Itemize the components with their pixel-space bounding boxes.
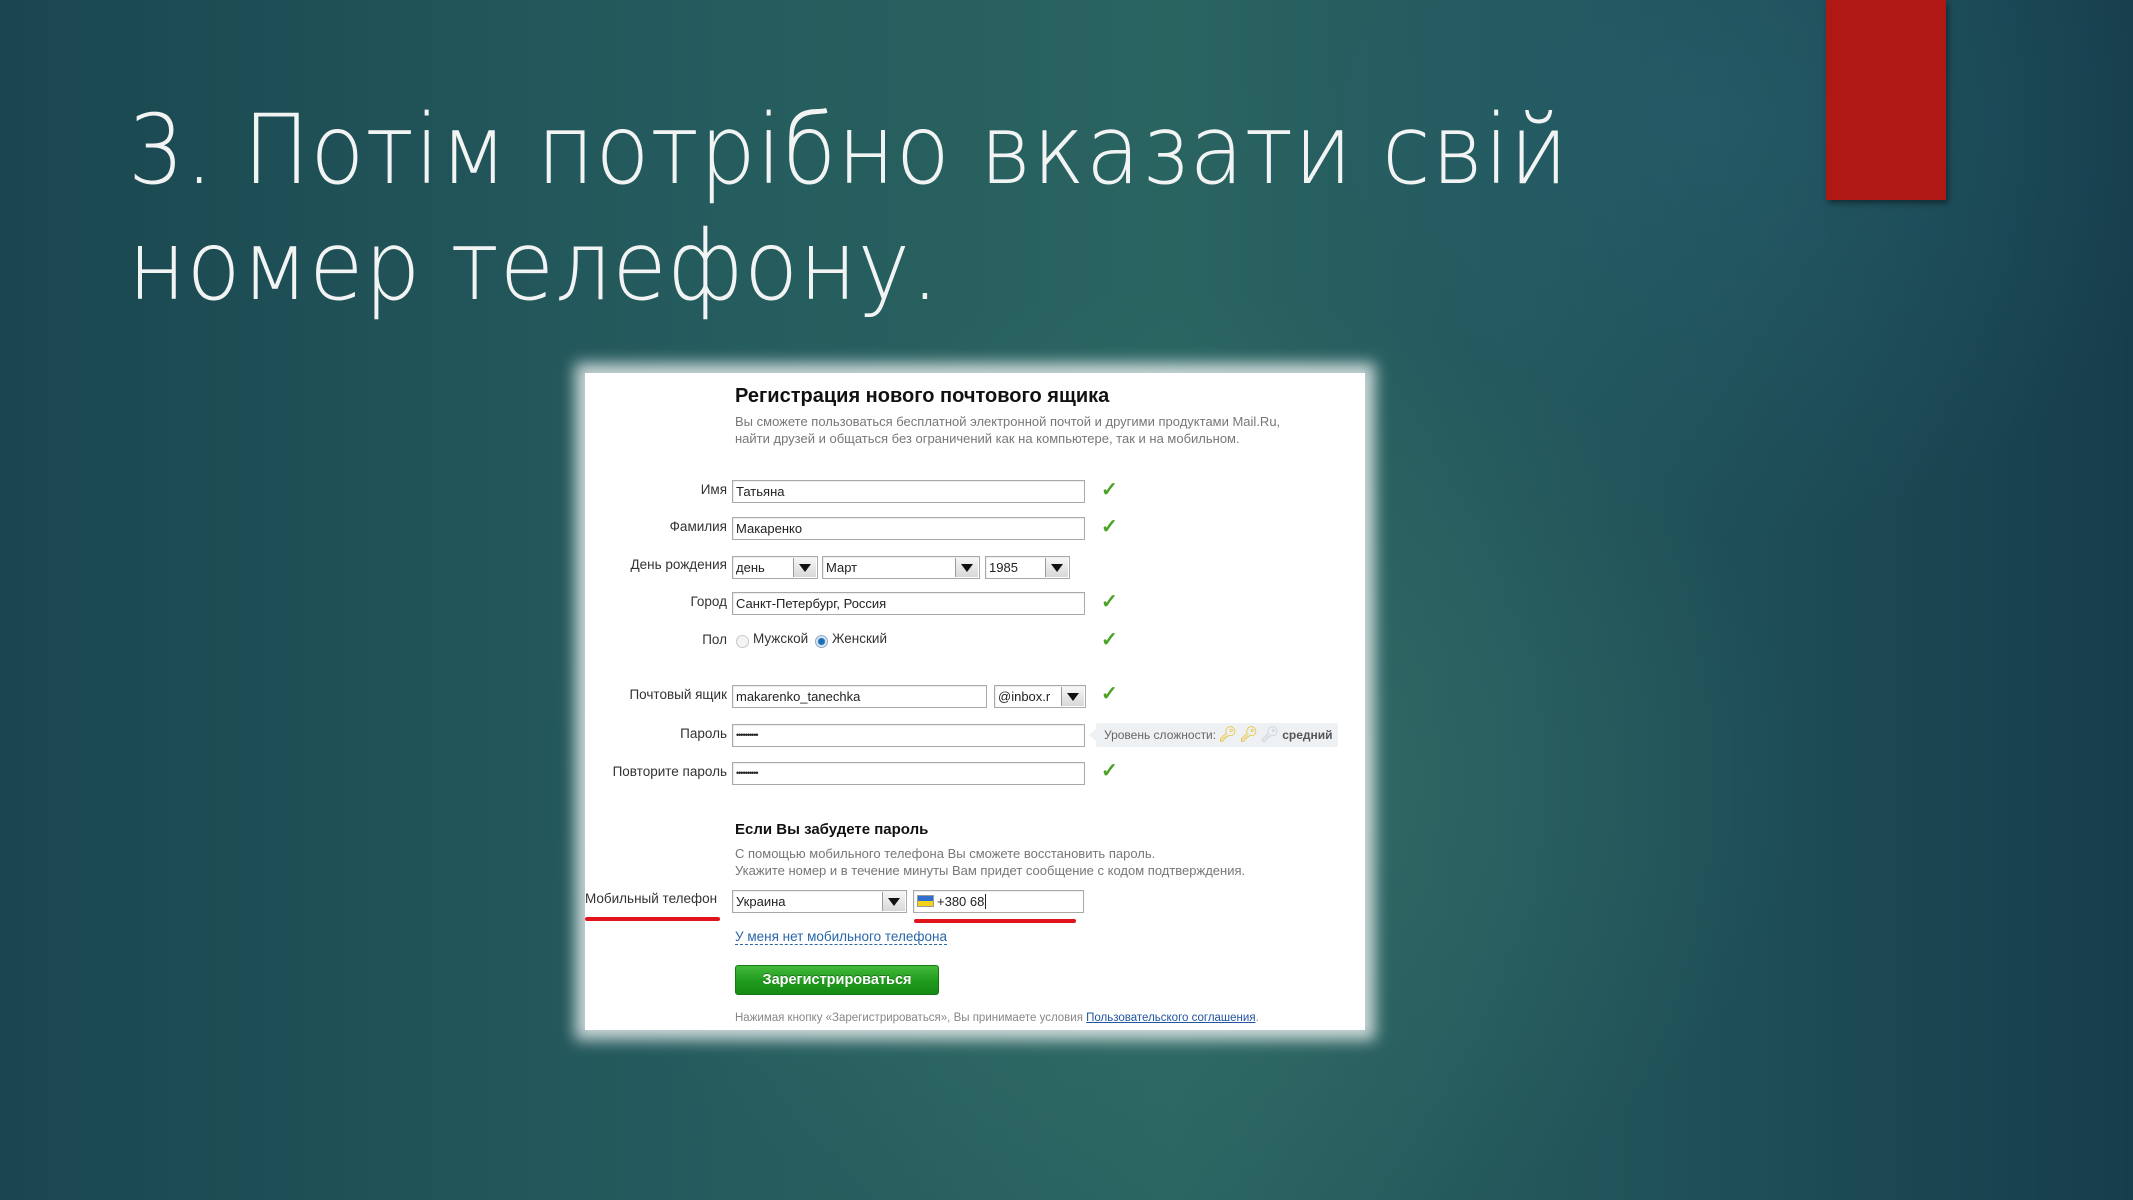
mailbox-input[interactable]: makarenko_tanechka [732,685,987,708]
birthday-day-select[interactable]: день [732,556,818,579]
form-intro: Вы сможете пользоваться бесплатной элект… [735,413,1280,447]
ukraine-flag-icon [917,895,934,907]
password-input[interactable]: •••••••••• [732,724,1085,747]
key-icon: 🔑︎ [1218,726,1238,743]
gender-check-icon: ✓ [1101,629,1118,651]
no-phone-link-wrap: У меня нет мобильного телефона [735,928,947,946]
form-intro-line-2: найти друзей и общаться без ограничений … [735,431,1240,446]
birthday-label: День рождения [630,557,727,572]
recovery-heading: Если Вы забудете пароль [735,821,929,838]
register-button[interactable]: Зарегистрироваться [735,965,939,995]
city-input[interactable]: Санкт-Петербург, Россия [732,592,1085,615]
gender-male-radio[interactable] [736,635,749,648]
mailbox-domain-value: @inbox.r [998,689,1051,704]
chevron-down-icon[interactable] [955,558,978,577]
birthday-day-value: день [736,560,765,575]
mailbox-domain-select[interactable]: @inbox.r [994,685,1086,708]
birthday-month-select[interactable]: Март [822,556,980,579]
form-heading: Регистрация нового почтового ящика [735,385,1110,407]
last-name-check-icon: ✓ [1101,516,1118,538]
terms-note: Нажимая кнопку «Зарегистрироваться», Вы … [735,1012,1259,1024]
chevron-down-icon[interactable] [1061,687,1084,706]
birthday-month-value: Март [826,560,858,575]
highlight-underline-label [585,917,720,921]
strength-value: средний [1282,728,1333,742]
slide-title-line-1: 3. Потім потрібно вказати свій [128,94,1569,206]
city-check-icon: ✓ [1101,591,1118,613]
registration-form-screenshot: Регистрация нового почтового ящика Вы см… [585,373,1365,1030]
chevron-down-icon[interactable] [793,558,816,577]
birthday-year-select[interactable]: 1985 [985,556,1070,579]
chevron-down-icon[interactable] [1045,558,1068,577]
city-label: Город [690,594,727,609]
phone-country-select[interactable]: Украина [732,890,907,913]
chevron-down-icon[interactable] [882,892,905,911]
password-repeat-check-icon: ✓ [1101,760,1118,782]
terms-prefix: Нажимая кнопку «Зарегистрироваться», Вы … [735,1012,1087,1024]
slide-title-line-2: номер телефону. [128,210,940,322]
last-name-input[interactable]: Макаренко [732,517,1085,540]
mailbox-label: Почтовый ящик [629,687,727,702]
phone-number-value: +380 68 [937,894,985,909]
terms-suffix: . [1255,1012,1259,1024]
gender-male-label[interactable]: Мужской [753,631,808,646]
last-name-label: Фамилия [669,519,727,534]
highlight-underline-phone [914,919,1076,923]
recovery-text: С помощью мобильного телефона Вы сможете… [735,845,1245,879]
gender-female-radio[interactable] [815,635,828,648]
password-label: Пароль [680,726,727,741]
key-icon: 🔑︎ [1260,726,1280,743]
text-cursor [985,894,987,909]
mobile-phone-label: Мобильный телефон [585,891,718,906]
mailbox-check-icon: ✓ [1101,683,1118,705]
recovery-text-line-1: С помощью мобильного телефона Вы сможете… [735,846,1156,861]
form-intro-line-1: Вы сможете пользоваться бесплатной элект… [735,414,1281,429]
slide-title: 3. Потім потрібно вказати свій номер тел… [128,92,1600,324]
accent-bar [1826,0,1946,200]
no-phone-link[interactable]: У меня нет мобильного телефона [735,929,947,945]
recovery-text-line-2: Укажите номер и в течение минуты Вам при… [735,863,1246,878]
password-strength-indicator: Уровень сложности: 🔑︎ 🔑︎ 🔑︎ средний [1089,723,1338,747]
key-icon: 🔑︎ [1239,726,1259,743]
first-name-input[interactable]: Татьяна [732,480,1085,503]
first-name-label: Имя [700,482,727,497]
first-name-check-icon: ✓ [1101,479,1118,501]
gender-female-label[interactable]: Женский [832,631,887,646]
terms-link[interactable]: Пользовательского соглашения [1086,1012,1255,1024]
phone-number-input[interactable]: +380 68 [913,890,1084,913]
password-repeat-input[interactable]: •••••••••• [732,762,1085,785]
phone-country-value: Украина [736,894,786,909]
strength-label: Уровень сложности: [1104,728,1217,742]
gender-label: Пол [702,632,727,647]
birthday-year-value: 1985 [989,560,1018,575]
password-repeat-label: Повторите пароль [612,764,727,779]
